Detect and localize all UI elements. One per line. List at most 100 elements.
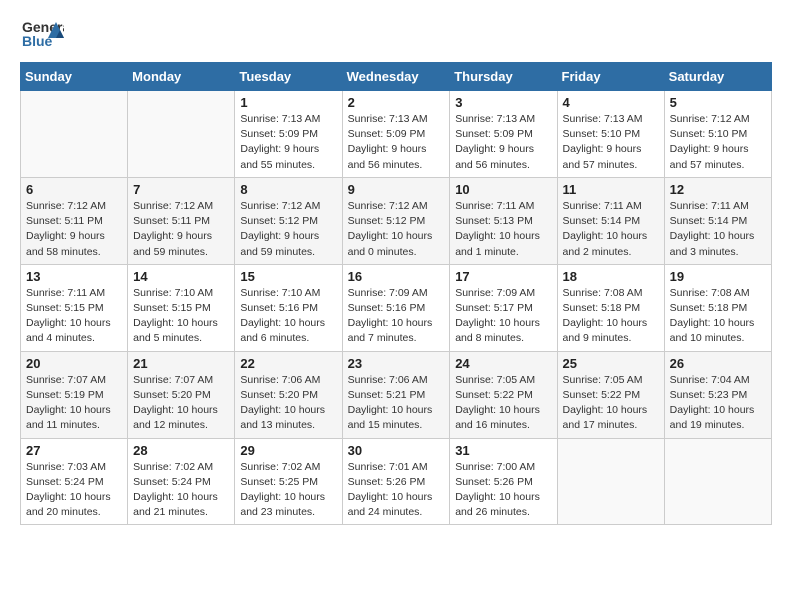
calendar-cell: 3 Sunrise: 7:13 AMSunset: 5:09 PMDaylight… [450, 91, 557, 178]
calendar-cell: 13 Sunrise: 7:11 AMSunset: 5:15 PMDayligh… [21, 264, 128, 351]
calendar-cell: 24 Sunrise: 7:05 AMSunset: 5:22 PMDayligh… [450, 351, 557, 438]
day-info: Sunrise: 7:08 AMSunset: 5:18 PMDaylight:… [563, 286, 659, 347]
day-number: 31 [455, 443, 551, 458]
day-number: 23 [348, 356, 445, 371]
day-info: Sunrise: 7:11 AMSunset: 5:15 PMDaylight:… [26, 286, 122, 347]
day-number: 6 [26, 182, 122, 197]
day-info: Sunrise: 7:07 AMSunset: 5:20 PMDaylight:… [133, 373, 229, 434]
svg-text:Blue: Blue [22, 33, 53, 49]
calendar-cell: 18 Sunrise: 7:08 AMSunset: 5:18 PMDayligh… [557, 264, 664, 351]
calendar-cell: 20Sunrise: 7:07 AMSunset: 5:19 PMDayligh… [21, 351, 128, 438]
calendar-week-4: 20Sunrise: 7:07 AMSunset: 5:19 PMDayligh… [21, 351, 772, 438]
calendar-cell: 9 Sunrise: 7:12 AMSunset: 5:12 PMDaylight… [342, 177, 450, 264]
calendar-cell: 31 Sunrise: 7:00 AMSunset: 5:26 PMDayligh… [450, 438, 557, 525]
calendar-cell: 28 Sunrise: 7:02 AMSunset: 5:24 PMDayligh… [128, 438, 235, 525]
col-header-tuesday: Tuesday [235, 63, 342, 91]
calendar-cell [557, 438, 664, 525]
calendar-table: SundayMondayTuesdayWednesdayThursdayFrid… [20, 62, 772, 525]
day-info: Sunrise: 7:10 AMSunset: 5:15 PMDaylight:… [133, 286, 229, 347]
calendar-cell: 27 Sunrise: 7:03 AMSunset: 5:24 PMDayligh… [21, 438, 128, 525]
day-number: 2 [348, 95, 445, 110]
calendar-cell: 2Sunrise: 7:13 AMSunset: 5:09 PMDaylight… [342, 91, 450, 178]
calendar-cell: 19Sunrise: 7:08 AMSunset: 5:18 PMDayligh… [664, 264, 771, 351]
calendar-cell: 26Sunrise: 7:04 AMSunset: 5:23 PMDayligh… [664, 351, 771, 438]
day-info: Sunrise: 7:03 AMSunset: 5:24 PMDaylight:… [26, 460, 122, 521]
calendar-cell: 7 Sunrise: 7:12 AMSunset: 5:11 PMDaylight… [128, 177, 235, 264]
col-header-thursday: Thursday [450, 63, 557, 91]
calendar-cell [128, 91, 235, 178]
calendar-cell: 23 Sunrise: 7:06 AMSunset: 5:21 PMDayligh… [342, 351, 450, 438]
calendar-week-5: 27 Sunrise: 7:03 AMSunset: 5:24 PMDayligh… [21, 438, 772, 525]
day-number: 30 [348, 443, 445, 458]
day-number: 9 [348, 182, 445, 197]
day-number: 16 [348, 269, 445, 284]
calendar-cell: 11Sunrise: 7:11 AMSunset: 5:14 PMDayligh… [557, 177, 664, 264]
day-info: Sunrise: 7:13 AMSunset: 5:10 PMDaylight:… [563, 112, 659, 173]
day-info: Sunrise: 7:12 AMSunset: 5:12 PMDaylight:… [348, 199, 445, 260]
day-number: 18 [563, 269, 659, 284]
day-info: Sunrise: 7:04 AMSunset: 5:23 PMDaylight:… [670, 373, 766, 434]
calendar-header: SundayMondayTuesdayWednesdayThursdayFrid… [21, 63, 772, 91]
day-info: Sunrise: 7:12 AMSunset: 5:11 PMDaylight:… [133, 199, 229, 260]
calendar-cell: 21 Sunrise: 7:07 AMSunset: 5:20 PMDayligh… [128, 351, 235, 438]
calendar-cell: 15 Sunrise: 7:10 AMSunset: 5:16 PMDayligh… [235, 264, 342, 351]
day-number: 5 [670, 95, 766, 110]
calendar-cell [21, 91, 128, 178]
day-number: 13 [26, 269, 122, 284]
day-info: Sunrise: 7:12 AMSunset: 5:10 PMDaylight:… [670, 112, 766, 173]
day-info: Sunrise: 7:09 AMSunset: 5:17 PMDaylight:… [455, 286, 551, 347]
day-info: Sunrise: 7:02 AMSunset: 5:25 PMDaylight:… [240, 460, 336, 521]
col-header-monday: Monday [128, 63, 235, 91]
calendar-body: 1 Sunrise: 7:13 AMSunset: 5:09 PMDaylight… [21, 91, 772, 525]
day-info: Sunrise: 7:09 AMSunset: 5:16 PMDaylight:… [348, 286, 445, 347]
calendar-cell: 30 Sunrise: 7:01 AMSunset: 5:26 PMDayligh… [342, 438, 450, 525]
day-info: Sunrise: 7:11 AMSunset: 5:13 PMDaylight:… [455, 199, 551, 260]
day-number: 21 [133, 356, 229, 371]
day-info: Sunrise: 7:01 AMSunset: 5:26 PMDaylight:… [348, 460, 445, 521]
day-number: 20 [26, 356, 122, 371]
day-number: 14 [133, 269, 229, 284]
day-info: Sunrise: 7:06 AMSunset: 5:20 PMDaylight:… [240, 373, 336, 434]
day-info: Sunrise: 7:05 AMSunset: 5:22 PMDaylight:… [455, 373, 551, 434]
calendar-cell: 29 Sunrise: 7:02 AMSunset: 5:25 PMDayligh… [235, 438, 342, 525]
day-info: Sunrise: 7:10 AMSunset: 5:16 PMDaylight:… [240, 286, 336, 347]
day-number: 4 [563, 95, 659, 110]
day-number: 10 [455, 182, 551, 197]
day-number: 7 [133, 182, 229, 197]
col-header-sunday: Sunday [21, 63, 128, 91]
day-info: Sunrise: 7:05 AMSunset: 5:22 PMDaylight:… [563, 373, 659, 434]
calendar-cell: 5 Sunrise: 7:12 AMSunset: 5:10 PMDaylight… [664, 91, 771, 178]
calendar-cell: 17 Sunrise: 7:09 AMSunset: 5:17 PMDayligh… [450, 264, 557, 351]
day-number: 27 [26, 443, 122, 458]
calendar-cell [664, 438, 771, 525]
calendar-cell: 6Sunrise: 7:12 AMSunset: 5:11 PMDaylight… [21, 177, 128, 264]
calendar-cell: 8Sunrise: 7:12 AMSunset: 5:12 PMDaylight… [235, 177, 342, 264]
day-number: 3 [455, 95, 551, 110]
calendar-cell: 16 Sunrise: 7:09 AMSunset: 5:16 PMDayligh… [342, 264, 450, 351]
day-number: 8 [240, 182, 336, 197]
calendar-cell: 10 Sunrise: 7:11 AMSunset: 5:13 PMDayligh… [450, 177, 557, 264]
day-number: 12 [670, 182, 766, 197]
calendar-cell: 4 Sunrise: 7:13 AMSunset: 5:10 PMDaylight… [557, 91, 664, 178]
day-info: Sunrise: 7:13 AMSunset: 5:09 PMDaylight:… [240, 112, 336, 173]
calendar-week-1: 1 Sunrise: 7:13 AMSunset: 5:09 PMDaylight… [21, 91, 772, 178]
day-number: 29 [240, 443, 336, 458]
day-number: 17 [455, 269, 551, 284]
logo-icon: General Blue [20, 16, 64, 54]
day-number: 1 [240, 95, 336, 110]
day-info: Sunrise: 7:06 AMSunset: 5:21 PMDaylight:… [348, 373, 445, 434]
calendar-cell: 12 Sunrise: 7:11 AMSunset: 5:14 PMDayligh… [664, 177, 771, 264]
day-number: 15 [240, 269, 336, 284]
day-info: Sunrise: 7:11 AMSunset: 5:14 PMDaylight:… [670, 199, 766, 260]
day-number: 24 [455, 356, 551, 371]
day-info: Sunrise: 7:02 AMSunset: 5:24 PMDaylight:… [133, 460, 229, 521]
day-info: Sunrise: 7:00 AMSunset: 5:26 PMDaylight:… [455, 460, 551, 521]
day-number: 28 [133, 443, 229, 458]
col-header-friday: Friday [557, 63, 664, 91]
col-header-wednesday: Wednesday [342, 63, 450, 91]
day-number: 22 [240, 356, 336, 371]
calendar-cell: 22 Sunrise: 7:06 AMSunset: 5:20 PMDayligh… [235, 351, 342, 438]
day-number: 19 [670, 269, 766, 284]
day-info: Sunrise: 7:13 AMSunset: 5:09 PMDaylight:… [455, 112, 551, 173]
day-number: 25 [563, 356, 659, 371]
